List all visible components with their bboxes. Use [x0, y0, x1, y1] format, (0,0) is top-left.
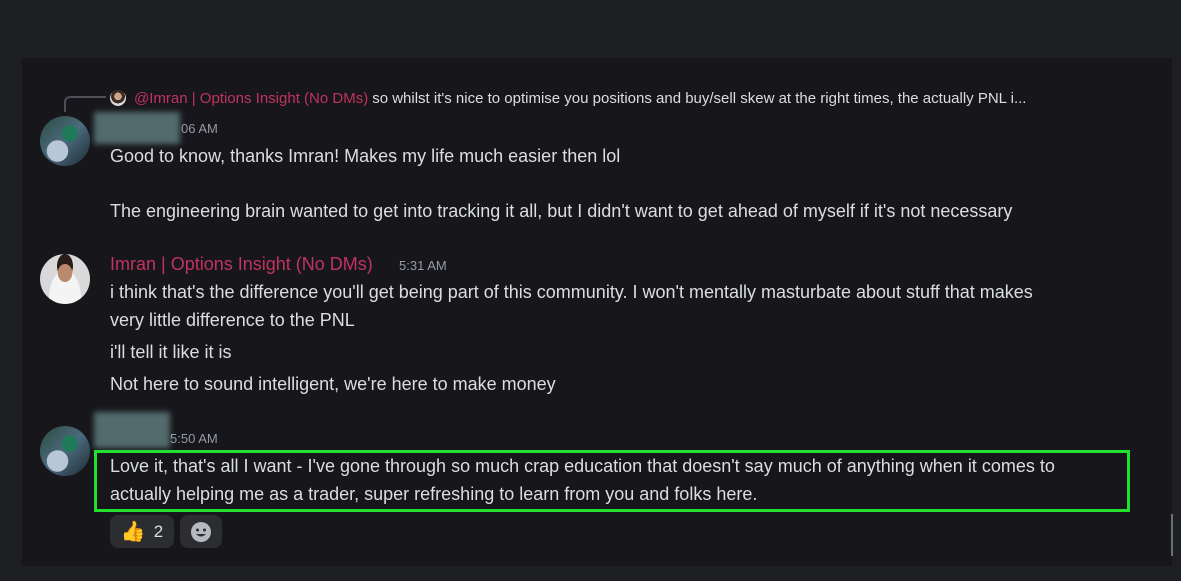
avatar[interactable]	[40, 116, 90, 166]
message-line: Love it, that's all I want - I've gone t…	[110, 456, 1055, 476]
message-timestamp: 5:50 AM	[170, 431, 218, 446]
avatar[interactable]	[40, 426, 90, 476]
avatar[interactable]	[40, 254, 90, 304]
reply-reference[interactable]: @Imran | Options Insight (No DMs) so whi…	[110, 88, 1150, 108]
add-reaction-icon	[191, 521, 211, 542]
message-line: i'll tell it like it is	[110, 342, 232, 362]
message-timestamp: 06 AM	[181, 121, 218, 136]
message-line: Not here to sound intelligent, we're her…	[110, 374, 556, 394]
message-author[interactable]: Imran | Options Insight (No DMs)	[110, 254, 373, 275]
username-redacted[interactable]	[94, 112, 180, 144]
reaction-count: 2	[153, 521, 164, 541]
username-redacted[interactable]	[94, 412, 170, 448]
message-line: very little difference to the PNL	[110, 310, 355, 330]
reply-connector	[64, 96, 106, 112]
scrollbar[interactable]	[1171, 514, 1173, 556]
reply-avatar	[110, 90, 126, 106]
thumbs-up-icon: 👍	[120, 521, 146, 543]
message-line: Good to know, thanks Imran! Makes my lif…	[110, 146, 621, 166]
reply-preview-text: so whilst it's nice to optimise you posi…	[372, 89, 1027, 107]
message-timestamp: 5:31 AM	[399, 258, 447, 273]
reaction-thumbs-up[interactable]: 👍 2	[110, 515, 174, 548]
message-line: The engineering brain wanted to get into…	[110, 201, 1013, 221]
message-line: i think that's the difference you'll get…	[110, 282, 1033, 302]
reply-mention[interactable]: @Imran | Options Insight (No DMs)	[134, 90, 368, 107]
message-line: actually helping me as a trader, super r…	[110, 484, 758, 504]
add-reaction-button[interactable]	[180, 515, 222, 548]
